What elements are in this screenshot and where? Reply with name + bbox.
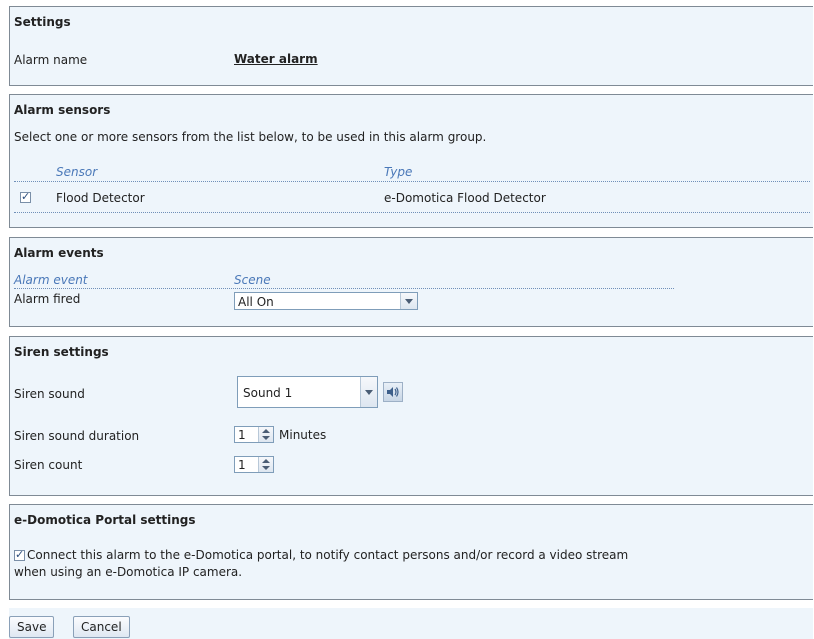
scene-dropdown-value: All On (238, 295, 274, 309)
scene-dropdown[interactable]: All On (234, 292, 418, 310)
siren-duration-value: 1 (238, 428, 246, 442)
action-bar: Save Cancel (9, 608, 813, 639)
portal-settings-panel: e-Domotica Portal settings Connect this … (9, 504, 813, 600)
siren-duration-stepper[interactable]: 1 (234, 426, 274, 443)
portal-connect-checkbox[interactable] (14, 548, 25, 561)
chevron-down-icon[interactable] (400, 293, 417, 309)
sensors-row-divider (14, 212, 810, 213)
type-column-header: Type (384, 165, 413, 179)
portal-connect-text-line1: Connect this alarm to the e-Domotica por… (27, 548, 629, 562)
spinner-arrows-icon[interactable] (258, 427, 273, 442)
siren-count-label: Siren count (14, 458, 83, 472)
siren-sound-dropdown[interactable]: Sound 1 (237, 376, 378, 408)
siren-settings-panel: Siren settings Siren sound Sound 1 Siren… (9, 336, 813, 496)
sensor-column-header: Sensor (56, 165, 98, 179)
sensors-header-divider (14, 181, 810, 182)
alarm-events-panel: Alarm events Alarm event Scene Alarm fir… (9, 237, 813, 327)
siren-settings-title: Siren settings (14, 345, 109, 359)
sensor-name: Flood Detector (56, 191, 145, 205)
alarm-event-column-header: Alarm event (14, 273, 88, 287)
portal-settings-title: e-Domotica Portal settings (14, 513, 196, 527)
alarm-name-label: Alarm name (14, 53, 88, 67)
portal-connect-text-line2: when using an e-Domotica IP camera. (14, 565, 243, 579)
cancel-button[interactable]: Cancel (73, 616, 130, 638)
alarm-sensors-panel: Alarm sensors Select one or more sensors… (9, 94, 813, 228)
sensor-checkbox[interactable] (20, 190, 31, 203)
chevron-down-icon[interactable] (360, 377, 377, 407)
alarm-sensors-description: Select one or more sensors from the list… (14, 130, 487, 144)
save-button[interactable]: Save (9, 616, 55, 638)
events-header-divider (14, 288, 674, 289)
siren-sound-label: Siren sound (14, 387, 85, 401)
siren-duration-label: Siren sound duration (14, 429, 140, 443)
alarm-sensors-title: Alarm sensors (14, 103, 111, 117)
settings-panel: Settings Alarm name Water alarm (9, 6, 813, 86)
siren-count-stepper[interactable]: 1 (234, 456, 274, 473)
speaker-icon[interactable] (383, 382, 403, 402)
alarm-events-title: Alarm events (14, 246, 104, 260)
scene-column-header: Scene (234, 273, 271, 287)
spinner-arrows-icon[interactable] (258, 457, 273, 472)
siren-sound-value: Sound 1 (243, 386, 293, 400)
siren-count-value: 1 (238, 458, 246, 472)
alarm-event-name: Alarm fired (14, 292, 81, 306)
sensor-type: e-Domotica Flood Detector (384, 191, 546, 205)
siren-duration-unit: Minutes (279, 428, 327, 442)
settings-title: Settings (14, 15, 71, 29)
alarm-name-link[interactable]: Water alarm (234, 52, 318, 66)
